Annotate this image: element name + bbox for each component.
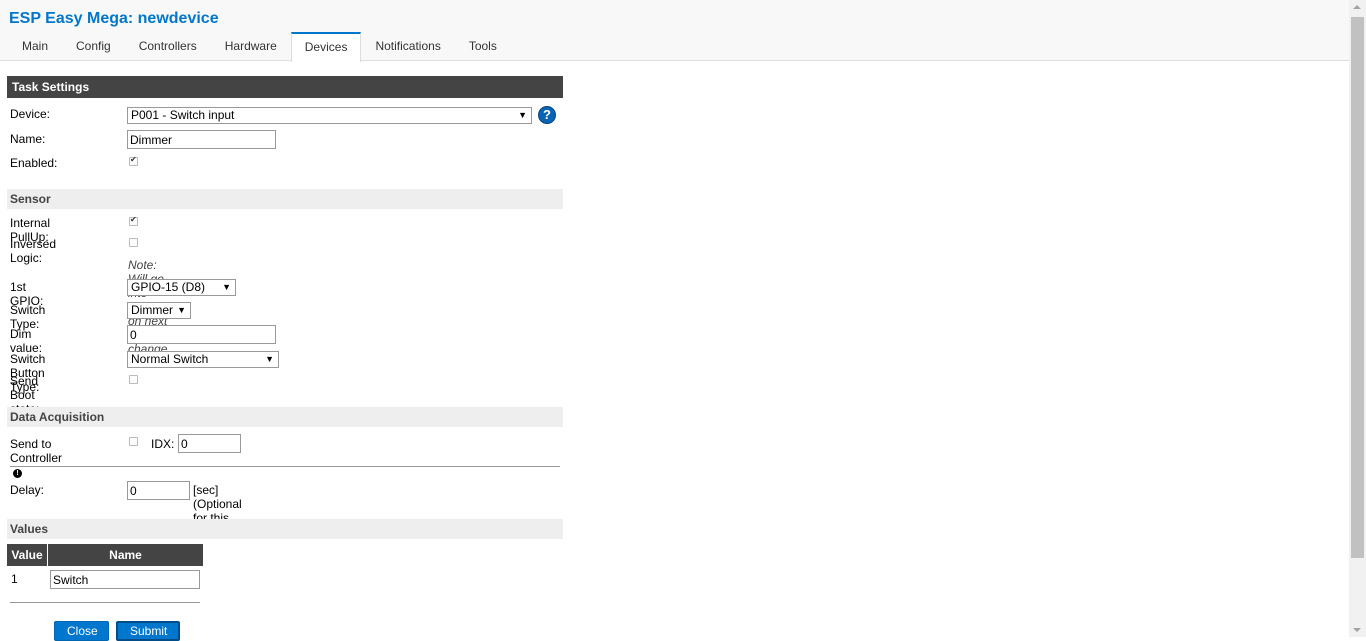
- scroll-up-icon[interactable]: [1353, 5, 1361, 9]
- device-select-value: P001 - Switch input: [131, 108, 235, 122]
- values-heading: Values: [7, 519, 563, 539]
- info-icon[interactable]: !: [13, 469, 22, 478]
- help-icon[interactable]: ?: [538, 106, 556, 124]
- dim-value-label: Dim value:: [10, 327, 43, 355]
- send-controller-label: Send to Controller!: [10, 437, 62, 479]
- tab-main[interactable]: Main: [8, 32, 62, 61]
- divider: [10, 602, 200, 603]
- boot-state-checkbox[interactable]: [129, 375, 138, 384]
- vertical-scrollbar[interactable]: [1349, 0, 1366, 637]
- name-label: Name:: [10, 132, 46, 146]
- page-header: ESP Easy Mega: newdevice Main Config Con…: [0, 0, 1349, 62]
- submit-button[interactable]: Submit: [116, 621, 180, 641]
- idx-label: IDX:: [151, 437, 175, 451]
- col-value-header: Value: [7, 544, 47, 566]
- dropdown-arrow-icon: ▼: [265, 354, 274, 364]
- close-button[interactable]: Close: [54, 621, 109, 641]
- send-controller-text: Send to Controller: [10, 437, 63, 465]
- tab-hardware[interactable]: Hardware: [211, 32, 291, 61]
- name-input[interactable]: [127, 130, 276, 149]
- dropdown-arrow-icon: ▼: [518, 110, 527, 120]
- tab-config[interactable]: Config: [62, 32, 125, 61]
- col-name-header: Name: [48, 544, 203, 566]
- switch-type-select[interactable]: Dimmer ▼: [127, 302, 191, 319]
- scrollbar-thumb[interactable]: [1351, 17, 1364, 558]
- inversed-checkbox[interactable]: [129, 238, 138, 247]
- send-controller-checkbox[interactable]: [129, 437, 138, 446]
- pullup-checkbox[interactable]: [129, 215, 138, 226]
- button-type-select-value: Normal Switch: [131, 352, 209, 366]
- tab-tools[interactable]: Tools: [455, 32, 511, 61]
- enabled-label: Enabled:: [10, 156, 58, 170]
- tab-controllers[interactable]: Controllers: [125, 32, 211, 61]
- device-select[interactable]: P001 - Switch input ▼: [127, 107, 532, 124]
- sensor-heading: Sensor: [7, 189, 563, 209]
- value-name-input[interactable]: [50, 570, 200, 589]
- delay-label: Delay:: [10, 483, 45, 497]
- switch-type-select-value: Dimmer: [131, 303, 173, 317]
- dropdown-arrow-icon: ▼: [177, 305, 186, 315]
- task-settings-heading: Task Settings: [7, 76, 563, 98]
- gpio-select[interactable]: GPIO-15 (D8) ▼: [127, 279, 236, 296]
- delay-input[interactable]: [127, 481, 190, 500]
- scroll-down-icon[interactable]: [1353, 628, 1361, 632]
- tab-devices[interactable]: Devices: [290, 32, 362, 62]
- device-label: Device:: [10, 107, 51, 121]
- enabled-checkbox[interactable]: [129, 155, 138, 166]
- data-acquisition-heading: Data Acquisition: [7, 407, 563, 427]
- dropdown-arrow-icon: ▼: [222, 282, 231, 292]
- divider: [10, 466, 560, 467]
- gpio-select-value: GPIO-15 (D8): [131, 280, 206, 294]
- inversed-label: Inversed Logic:: [10, 237, 57, 265]
- nav-tabs: Main Config Controllers Hardware Devices…: [8, 32, 511, 62]
- idx-input[interactable]: [178, 434, 241, 453]
- tab-notifications[interactable]: Notifications: [361, 32, 454, 61]
- value-index: 1: [11, 572, 18, 586]
- button-type-select[interactable]: Normal Switch ▼: [127, 351, 279, 368]
- app-title: ESP Easy Mega: newdevice: [9, 10, 219, 27]
- dim-value-input[interactable]: [127, 325, 276, 344]
